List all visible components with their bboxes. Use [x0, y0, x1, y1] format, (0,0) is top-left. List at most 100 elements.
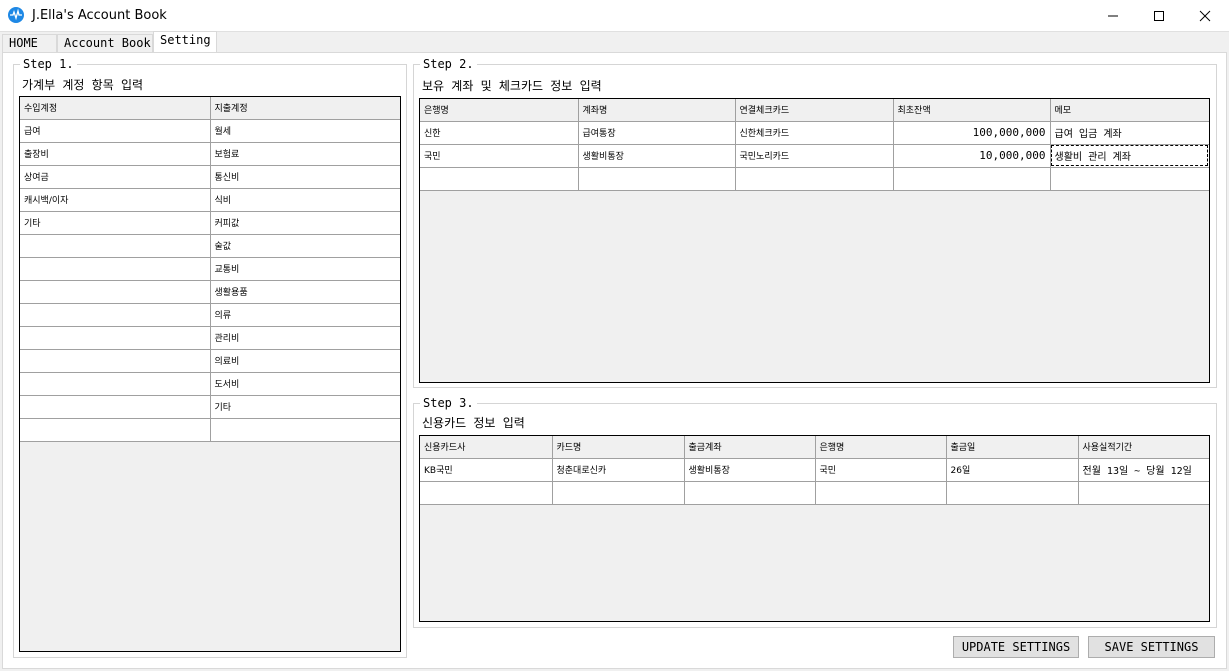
column-header[interactable]: 지출계정: [210, 97, 400, 120]
table-cell[interactable]: 신한: [420, 121, 579, 145]
table-cell[interactable]: 관리비: [210, 326, 400, 350]
table-cell[interactable]: [946, 481, 1079, 505]
table-cell[interactable]: 26일: [946, 458, 1079, 482]
table-cell[interactable]: [210, 418, 400, 442]
table-cell[interactable]: [1078, 481, 1209, 505]
column-header[interactable]: 카드명: [552, 436, 685, 459]
close-button[interactable]: [1182, 0, 1228, 31]
table-cell[interactable]: 급여 입금 계좌: [1050, 121, 1209, 145]
table-row: 기타: [20, 395, 400, 419]
table-cell[interactable]: 100,000,000: [893, 121, 1051, 145]
table-cell[interactable]: [893, 167, 1051, 191]
column-header[interactable]: 사용실적기간: [1078, 436, 1209, 459]
table-cell[interactable]: 캐시백/이자: [20, 188, 211, 212]
table-cell[interactable]: 출장비: [20, 142, 211, 166]
table-cell[interactable]: 기타: [20, 211, 211, 235]
table-cell[interactable]: [684, 481, 816, 505]
step1-subtitle: 가계부 계정 항목 입력: [22, 78, 144, 92]
table-cell[interactable]: 상여금: [20, 165, 211, 189]
table-cell[interactable]: [20, 349, 211, 373]
table-cell[interactable]: 월세: [210, 119, 400, 143]
table-cell[interactable]: 술값: [210, 234, 400, 258]
table-cell[interactable]: 급여통장: [578, 121, 736, 145]
tab-account-book[interactable]: Account Book: [57, 34, 153, 52]
tab-setting[interactable]: Setting: [153, 31, 217, 52]
table-cell[interactable]: [420, 481, 553, 505]
table-cell[interactable]: [552, 481, 685, 505]
table-row: 급여 월세: [20, 119, 400, 143]
table-cell[interactable]: 전월 13일 ~ 당월 12일: [1078, 458, 1209, 482]
table-cell[interactable]: 생활비통장: [578, 144, 736, 168]
table-cell[interactable]: 생활비 관리 계좌: [1050, 144, 1209, 168]
tab-home[interactable]: HOME: [2, 34, 57, 52]
table-cell[interactable]: 10,000,000: [893, 144, 1051, 168]
table-cell[interactable]: 신한체크카드: [735, 121, 894, 145]
table-cell[interactable]: 국민노리카드: [735, 144, 894, 168]
table-cell[interactable]: 급여: [20, 119, 211, 143]
save-settings-button[interactable]: SAVE SETTINGS: [1088, 636, 1215, 658]
table-cell[interactable]: [20, 372, 211, 396]
column-header[interactable]: 은행명: [420, 99, 579, 122]
table-cell[interactable]: 기타: [210, 395, 400, 419]
step2-title: Step 2.: [420, 56, 477, 72]
table-cell[interactable]: 식비: [210, 188, 400, 212]
table-row: [20, 418, 400, 442]
column-header[interactable]: 수입계정: [20, 97, 211, 120]
table-row: [420, 481, 1209, 505]
column-header[interactable]: 신용카드사: [420, 436, 553, 459]
table-cell[interactable]: 국민: [815, 458, 947, 482]
table-row: 신한 급여통장 신한체크카드 100,000,000 급여 입금 계좌: [420, 121, 1209, 145]
table-row: 도서비: [20, 372, 400, 396]
table-cell[interactable]: [735, 167, 894, 191]
window-title: J.Ella's Account Book: [32, 8, 167, 23]
credit-cards-grid[interactable]: 신용카드사 카드명 출금계좌 은행명 출금일 사용실적기간 KB국민 청춘대로신카 생활비통장…: [419, 435, 1210, 622]
table-row: 국민 생활비통장 국민노리카드 10,000,000 생활비 관리 계좌: [420, 144, 1209, 168]
table-cell[interactable]: [420, 167, 579, 191]
column-header[interactable]: 메모: [1050, 99, 1209, 122]
column-header[interactable]: 은행명: [815, 436, 947, 459]
table-cell[interactable]: 생활용품: [210, 280, 400, 304]
update-settings-button[interactable]: UPDATE SETTINGS: [953, 636, 1079, 658]
table-cell[interactable]: 생활비통장: [684, 458, 816, 482]
table-cell[interactable]: [20, 395, 211, 419]
table-row: KB국민 청춘대로신카 생활비통장 국민 26일 전월 13일 ~ 당월 12일: [420, 458, 1209, 482]
table-cell[interactable]: [20, 418, 211, 442]
maximize-icon: [1154, 11, 1164, 21]
column-header[interactable]: 최초잔액: [893, 99, 1051, 122]
table-cell[interactable]: [578, 167, 736, 191]
table-row: 출장비 보험료: [20, 142, 400, 166]
table-cell[interactable]: KB국민: [420, 458, 553, 482]
title-bar: J.Ella's Account Book: [0, 0, 1229, 32]
table-cell[interactable]: [20, 326, 211, 350]
step3-title: Step 3.: [420, 395, 477, 411]
table-cell[interactable]: 도서비: [210, 372, 400, 396]
table-row: 술값: [20, 234, 400, 258]
table-cell[interactable]: 의류: [210, 303, 400, 327]
account-items-grid[interactable]: 수입계정 지출계정 급여 월세 출장비 보험료 상여금 통신비 캐시백/이자 식비 기타 커피값 술값…: [19, 96, 401, 652]
table-cell[interactable]: [20, 280, 211, 304]
step2-subtitle: 보유 계좌 및 체크카드 정보 입력: [422, 79, 602, 93]
table-cell[interactable]: 통신비: [210, 165, 400, 189]
column-header[interactable]: 연결체크카드: [735, 99, 894, 122]
table-cell[interactable]: 의료비: [210, 349, 400, 373]
table-row: 관리비: [20, 326, 400, 350]
table-cell[interactable]: 커피값: [210, 211, 400, 235]
column-header[interactable]: 계좌명: [578, 99, 736, 122]
table-cell[interactable]: 청춘대로신카: [552, 458, 685, 482]
table-row: [420, 167, 1209, 191]
table-cell[interactable]: [20, 234, 211, 258]
table-cell[interactable]: 교통비: [210, 257, 400, 281]
minimize-button[interactable]: [1090, 0, 1136, 31]
table-cell[interactable]: [20, 303, 211, 327]
table-cell[interactable]: [20, 257, 211, 281]
maximize-button[interactable]: [1136, 0, 1182, 31]
table-cell[interactable]: 국민: [420, 144, 579, 168]
table-cell[interactable]: [815, 481, 947, 505]
bank-accounts-grid[interactable]: 은행명 계좌명 연결체크카드 최초잔액 메모 신한 급여통장 신한체크카드 100,000,0…: [419, 98, 1210, 383]
table-cell[interactable]: [1050, 167, 1209, 191]
table-cell[interactable]: 보험료: [210, 142, 400, 166]
column-header[interactable]: 출금계좌: [684, 436, 816, 459]
column-header[interactable]: 출금일: [946, 436, 1079, 459]
table-row: 캐시백/이자 식비: [20, 188, 400, 212]
step1-title: Step 1.: [20, 56, 77, 72]
